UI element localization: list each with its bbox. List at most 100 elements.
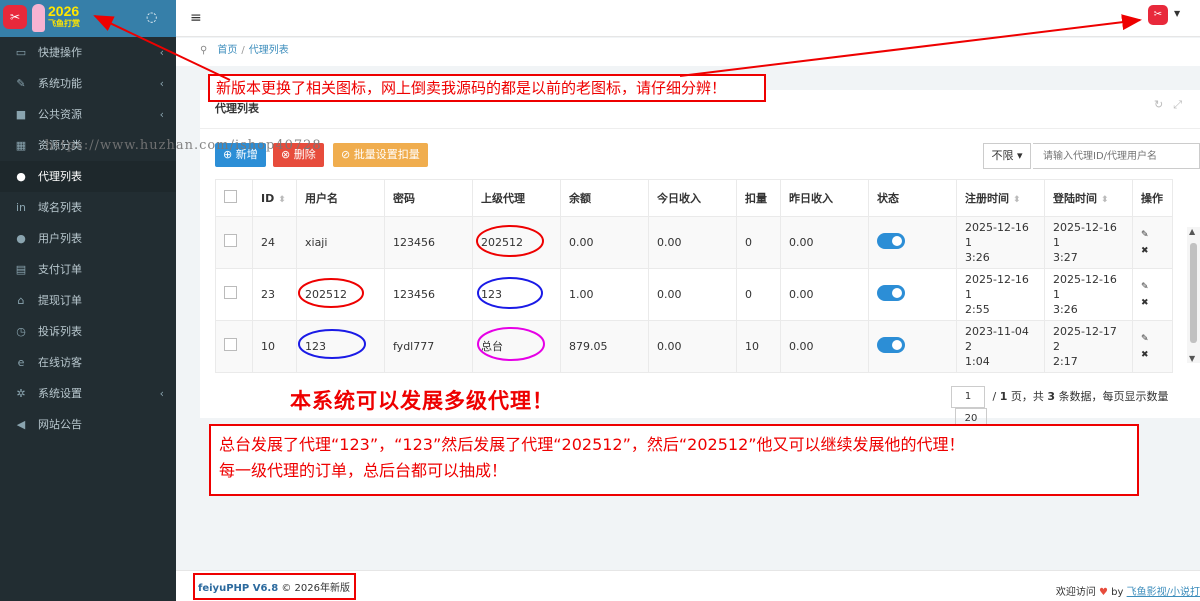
filter-dropdown[interactable]: 不限 ▾ — [983, 143, 1031, 169]
cell-parent: 123 — [472, 268, 561, 321]
breadcrumb: ⚲ 首页 / 代理列表 — [176, 38, 1200, 66]
row-checkbox[interactable] — [224, 234, 237, 247]
sidebar-item-label: 域名列表 — [38, 201, 82, 214]
cell-yesterday: 0.00 — [780, 216, 869, 269]
theme-drop-icon[interactable]: ◌ — [146, 10, 157, 25]
col-yesterday: 昨日收入 — [780, 179, 869, 217]
scroll-down-icon[interactable]: ▼ — [1189, 354, 1195, 363]
scroll-thumb[interactable] — [1190, 243, 1197, 343]
refresh-icon[interactable]: ↻ — [1154, 98, 1173, 111]
topbar: ≡ ✂ ▼ — [176, 0, 1200, 37]
sidebar-item-settings[interactable]: ✲ 系统设置 ‹ — [0, 378, 176, 409]
menu-toggle-icon[interactable]: ≡ — [190, 10, 202, 26]
breadcrumb-home[interactable]: 首页 — [217, 45, 237, 56]
row-checkbox[interactable] — [224, 286, 237, 299]
cell-regtime: 2023-11-04 2 1:04 — [956, 320, 1045, 373]
select-all-checkbox[interactable] — [224, 190, 237, 203]
col-id[interactable]: ID ⬍ — [252, 179, 297, 217]
cell-password: fydl777 — [384, 320, 473, 373]
sidebar-item-label: 网站公告 — [38, 418, 82, 431]
cell-status — [868, 268, 957, 321]
batch-deduct-button[interactable]: ⊘ 批量设置扣量 — [333, 143, 428, 167]
regtime-part1: 2025-12-16 1 — [965, 273, 1029, 301]
status-toggle[interactable] — [877, 336, 905, 353]
edit-icon[interactable]: ✎ — [1141, 279, 1164, 295]
cell-id: 24 — [252, 216, 297, 269]
sidebar-item-label: 系统功能 — [38, 77, 82, 90]
user-menu[interactable]: ✂ ▼ — [1148, 5, 1186, 31]
scroll-up-icon[interactable]: ▲ — [1189, 227, 1195, 236]
footer: feiyuPHP V6.8 © 2026年新版 欢迎访问 ♥ by 飞鱼影视/小… — [176, 570, 1200, 601]
fullscreen-icon[interactable]: ⤢ — [1173, 98, 1192, 111]
logintime-part2: 2:17 — [1053, 355, 1078, 368]
sidebar-item-users[interactable]: ● 用户列表 — [0, 223, 176, 254]
headline-annotation: 本系统可以发展多级代理！ — [290, 389, 554, 413]
row-checkbox[interactable] — [224, 338, 237, 351]
footer-right: 欢迎访问 ♥ by 飞鱼影视/小说打 — [1056, 583, 1200, 598]
sidebar-item-domains[interactable]: in 域名列表 — [0, 192, 176, 223]
edit-icon[interactable]: ✎ — [1141, 227, 1164, 243]
breadcrumb-current[interactable]: 代理列表 — [249, 45, 289, 56]
fish-app-icon: ✂ — [3, 5, 27, 29]
cell-parent: 总台 — [472, 320, 561, 373]
delete-icon[interactable]: ✖ — [1141, 295, 1164, 311]
sidebar-item-system[interactable]: ✎ 系统功能 ‹ — [0, 68, 176, 99]
bottom-annotation: 总台发展了代理“123”，“123”然后发展了代理“202512”，然后“202… — [209, 424, 1139, 496]
cell-deduct: 10 — [736, 320, 781, 373]
status-toggle[interactable] — [877, 232, 905, 249]
cell-logintime: 2025-12-16 1 3:27 — [1044, 216, 1133, 269]
cell-status — [868, 320, 957, 373]
sidebar-item-agents[interactable]: ● 代理列表 — [0, 161, 176, 192]
bank-icon: ⌂ — [17, 294, 25, 307]
sidebar-item-complaints[interactable]: ◷ 投诉列表 — [0, 316, 176, 347]
gear-icon: ✲ — [16, 387, 26, 400]
sidebar-item-public[interactable]: ■ 公共资源 ‹ — [0, 99, 176, 130]
sidebar-item-label: 快捷操作 — [38, 46, 82, 59]
logintime-part2: 3:26 — [1053, 303, 1078, 316]
col-actions: 操作 — [1132, 179, 1173, 217]
table-scrollbar[interactable]: ▲ ▼ — [1187, 227, 1200, 363]
video-icon: ■ — [15, 108, 27, 121]
table-header-row: ID ⬍ 用户名 密码 上级代理 余额 今日收入 扣量 昨日收入 状态 注册时间 ⬍… — [215, 179, 1173, 217]
page-input[interactable]: 1 — [951, 386, 985, 408]
cell-balance: 1.00 — [560, 268, 649, 321]
footer-link[interactable]: 飞鱼影视/小说打 — [1127, 587, 1200, 598]
cell-regtime: 2025-12-16 1 2:55 — [956, 268, 1045, 321]
table-row: 23 202512 123456 123 1.00 0.00 0 0.00 20… — [215, 268, 1173, 321]
col-balance: 余额 — [560, 179, 649, 217]
select-all-cell — [215, 179, 253, 217]
clock-icon: ◷ — [16, 325, 26, 338]
sidebar-item-withdraw[interactable]: ⌂ 提现订单 — [0, 285, 176, 316]
search-input[interactable] — [1033, 143, 1200, 169]
cell-actions: ✎ ✖ — [1132, 268, 1173, 321]
logo-area[interactable]: ✂ 2026 飞鱼打赏 ◌ — [0, 0, 176, 37]
sidebar-item-quick[interactable]: ▭ 快捷操作 ‹ — [0, 37, 176, 68]
cell-id: 23 — [252, 268, 297, 321]
logintime-part1: 2025-12-16 1 — [1053, 273, 1117, 301]
sidebar-item-visitors[interactable]: e 在线访客 — [0, 347, 176, 378]
watermark: https://www.huzhan.com/ishop40728 — [45, 138, 322, 153]
cell-password: 123456 — [384, 216, 473, 269]
avatar: ✂ — [1148, 5, 1168, 25]
chevron-left-icon: ‹ — [159, 387, 164, 400]
pager-slash: / — [992, 390, 997, 403]
brand-name: 飞鱼打赏 — [48, 19, 80, 28]
delete-icon[interactable]: ✖ — [1141, 243, 1164, 259]
chevron-left-icon: ‹ — [159, 77, 164, 90]
grid-icon: ▦ — [15, 139, 27, 152]
status-toggle[interactable] — [877, 284, 905, 301]
users-icon: ● — [16, 170, 26, 183]
col-deduct: 扣量 — [736, 179, 781, 217]
footer-by: by — [1111, 587, 1124, 598]
panel-title: 代理列表 — [215, 102, 259, 115]
total-pages: 1 — [999, 390, 1008, 403]
cell-id: 10 — [252, 320, 297, 373]
sidebar-item-notice[interactable]: ◀ 网站公告 — [0, 409, 176, 440]
delete-icon[interactable]: ✖ — [1141, 347, 1164, 363]
col-logintime[interactable]: 登陆时间 ⬍ — [1044, 179, 1133, 217]
col-regtime[interactable]: 注册时间 ⬍ — [956, 179, 1045, 217]
sidebar-item-pay-orders[interactable]: ▤ 支付订单 — [0, 254, 176, 285]
agent-list-panel: 代理列表 ↻⤢ ⊕ 新增 ⊗ 删除 ⊘ 批量设置扣量 不限 ▾ ID⬍ 用户名 … — [200, 90, 1200, 430]
edit-icon[interactable]: ✎ — [1141, 331, 1164, 347]
col-regtime-label: 注册时间 — [965, 192, 1009, 205]
